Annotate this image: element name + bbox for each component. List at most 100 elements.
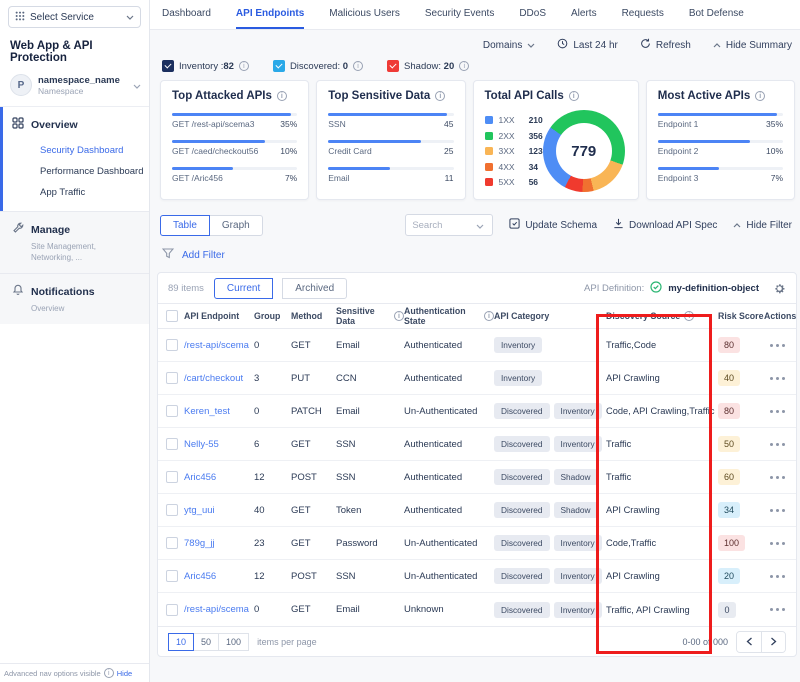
select-all-checkbox[interactable]: [166, 310, 178, 322]
legend-swatch: [485, 163, 493, 171]
endpoint-link[interactable]: 789g_jj: [184, 538, 254, 549]
time-range-button[interactable]: Last 24 hr: [557, 38, 617, 52]
current-view-button[interactable]: Current: [214, 278, 273, 299]
summary-filter-shadow[interactable]: Shadow: 20i: [387, 60, 469, 72]
column-header-actions[interactable]: Actions: [764, 311, 796, 321]
row-actions[interactable]: [764, 410, 796, 413]
sidebar-item-app-traffic[interactable]: App Traffic: [40, 182, 149, 203]
row-actions[interactable]: [764, 575, 796, 578]
legend-row-4xx: 4XX34: [485, 162, 543, 172]
column-header-label: Actions: [764, 311, 796, 321]
row-actions[interactable]: [764, 443, 796, 446]
endpoint-link[interactable]: /rest-api/scema: [184, 604, 254, 615]
tab-bot-defense[interactable]: Bot Defense: [689, 0, 744, 29]
endpoint-link[interactable]: Keren_test: [184, 406, 254, 417]
card-top-attacked-apis: Top Attacked APIsiGET /rest-api/scema335…: [160, 80, 309, 200]
row-actions[interactable]: [764, 509, 796, 512]
row-checkbox[interactable]: [166, 504, 178, 516]
api-definition-value[interactable]: my-definition-object: [668, 283, 759, 294]
row-checkbox[interactable]: [166, 570, 178, 582]
table-view-button[interactable]: Table: [160, 215, 210, 236]
tab-security-events[interactable]: Security Events: [425, 0, 494, 29]
ellipsis-icon[interactable]: [776, 443, 779, 446]
ellipsis-icon[interactable]: [776, 377, 779, 380]
row-checkbox[interactable]: [166, 372, 178, 384]
column-header-api-category[interactable]: API Category: [494, 311, 606, 321]
tab-malicious-users[interactable]: Malicious Users: [329, 0, 400, 29]
add-filter-link[interactable]: Add Filter: [182, 250, 225, 261]
ellipsis-icon[interactable]: [776, 410, 779, 413]
column-header-api-endpoint[interactable]: API Endpoint: [184, 311, 254, 321]
endpoint-link[interactable]: Nelly-55: [184, 439, 254, 450]
graph-view-button[interactable]: Graph: [209, 215, 263, 236]
ellipsis-icon[interactable]: [776, 509, 779, 512]
ellipsis-icon[interactable]: [776, 476, 779, 479]
endpoint-link[interactable]: /rest-api/scema: [184, 340, 254, 351]
endpoint-link[interactable]: ytg_uui: [184, 505, 254, 516]
column-header-authentication-state[interactable]: Authentication Statei: [404, 306, 494, 326]
update-schema-button[interactable]: Update Schema: [509, 218, 597, 232]
tab-alerts[interactable]: Alerts: [571, 0, 597, 29]
checkbox-icon[interactable]: [273, 60, 285, 72]
card-title: Top Sensitive Datai: [328, 90, 453, 102]
checkbox-icon[interactable]: [162, 60, 174, 72]
ellipsis-icon[interactable]: [776, 608, 779, 611]
tab-dashboard[interactable]: Dashboard: [162, 0, 211, 29]
row-checkbox[interactable]: [166, 604, 178, 616]
next-page-button[interactable]: [761, 632, 785, 652]
tab-api-endpoints[interactable]: API Endpoints: [236, 0, 304, 29]
ellipsis-icon[interactable]: [776, 575, 779, 578]
group-cell: 12: [254, 472, 291, 483]
sidebar-item-performance-dashboard[interactable]: Performance Dashboard: [40, 161, 149, 182]
archived-view-button[interactable]: Archived: [282, 278, 347, 299]
tab-ddos[interactable]: DDoS: [519, 0, 546, 29]
row-checkbox[interactable]: [166, 537, 178, 549]
download-api-spec-button[interactable]: Download API Spec: [613, 218, 717, 232]
checkbox-icon[interactable]: [387, 60, 399, 72]
search-input[interactable]: [412, 220, 472, 231]
hide-nav-link[interactable]: Hide: [117, 669, 132, 678]
category-tag-inventory: Inventory: [494, 370, 542, 386]
column-header-group[interactable]: Group: [254, 311, 291, 321]
info-icon: i: [459, 61, 469, 71]
metric-label: Email: [328, 173, 349, 183]
row-actions[interactable]: [764, 542, 796, 545]
ellipsis-icon[interactable]: [776, 542, 779, 545]
prev-page-button[interactable]: [737, 632, 761, 652]
endpoint-link[interactable]: Aric456: [184, 571, 254, 582]
summary-filter-inventory[interactable]: Inventory :82i: [162, 60, 249, 72]
hide-filter-button[interactable]: Hide Filter: [733, 220, 792, 231]
row-checkbox[interactable]: [166, 471, 178, 483]
auth-state-cell: Authenticated: [404, 505, 494, 516]
ellipsis-icon[interactable]: [776, 344, 779, 347]
row-checkbox[interactable]: [166, 405, 178, 417]
summary-filter-discovered[interactable]: Discovered: 0i: [273, 60, 363, 72]
row-actions[interactable]: [764, 608, 796, 611]
column-header-risk-score[interactable]: Risk Score: [718, 311, 764, 321]
endpoint-link[interactable]: Aric456: [184, 472, 254, 483]
sidebar-section-manage[interactable]: Manage Site Management, Networking, ...: [0, 211, 149, 273]
row-actions[interactable]: [764, 476, 796, 479]
page-size-50[interactable]: 50: [193, 633, 219, 651]
column-header-sensitive-data[interactable]: Sensitive Datai: [336, 306, 404, 326]
gear-icon[interactable]: [773, 282, 786, 295]
row-actions[interactable]: [764, 377, 796, 380]
row-actions[interactable]: [764, 344, 796, 347]
column-header-discovery-source[interactable]: Discovery Sourcei: [606, 311, 718, 321]
sidebar-section-notifications[interactable]: Notifications Overview: [0, 273, 149, 324]
endpoint-link[interactable]: /cart/checkout: [184, 373, 254, 384]
hide-summary-button[interactable]: Hide Summary: [713, 40, 792, 51]
refresh-button[interactable]: Refresh: [640, 38, 691, 52]
row-checkbox[interactable]: [166, 438, 178, 450]
select-service-dropdown[interactable]: Select Service: [8, 6, 141, 28]
page-size-100[interactable]: 100: [218, 633, 249, 651]
domains-dropdown[interactable]: Domains: [483, 40, 535, 51]
sidebar-item-security-dashboard[interactable]: Security Dashboard: [40, 140, 149, 161]
row-checkbox[interactable]: [166, 339, 178, 351]
tab-requests[interactable]: Requests: [622, 0, 664, 29]
category-tag-discovered: Discovered: [494, 502, 550, 518]
sidebar-item-overview[interactable]: Overview: [12, 117, 149, 132]
page-size-10[interactable]: 10: [168, 633, 194, 651]
column-header-method[interactable]: Method: [291, 311, 336, 321]
namespace-selector[interactable]: P namespace_name Namespace: [0, 72, 149, 107]
